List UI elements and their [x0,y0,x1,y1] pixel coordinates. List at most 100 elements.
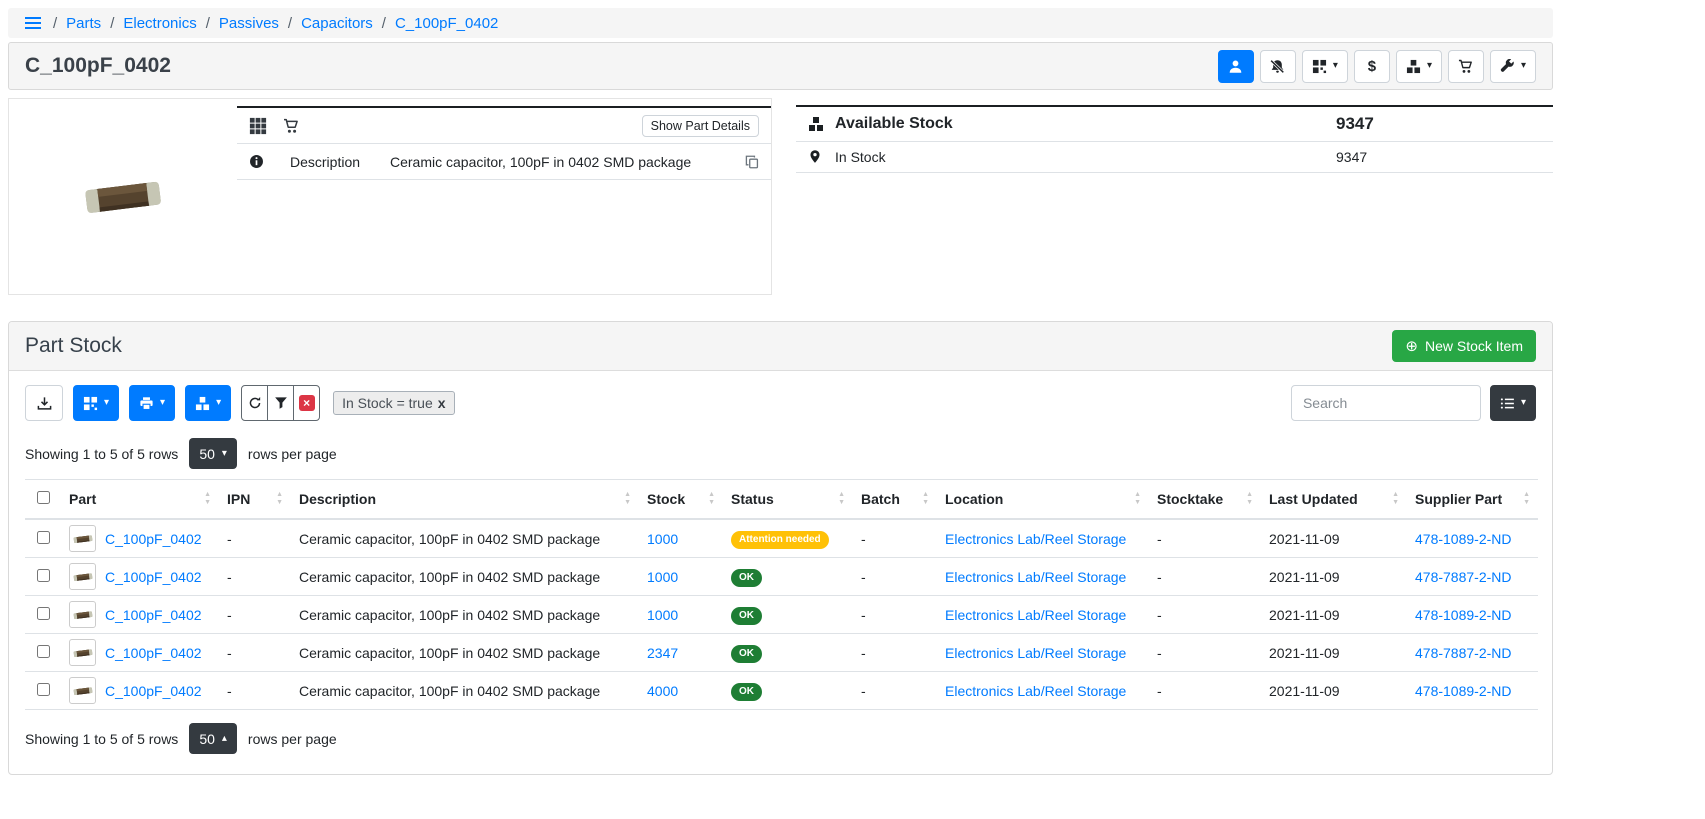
column-header-description[interactable]: Description▲▼ [291,480,639,520]
stocktake-cell: - [1149,558,1261,596]
breadcrumb-item-parts[interactable]: Parts [66,15,101,32]
stock-link[interactable]: 1000 [647,531,678,547]
breadcrumb-item-electronics[interactable]: Electronics [123,15,196,32]
table-header-row: Part▲▼ IPN▲▼ Description▲▼ Stock▲▼ Statu… [25,480,1538,520]
export-button[interactable] [25,385,63,421]
supplier-part-link[interactable]: 478-7887-2-ND [1415,569,1512,585]
clear-filter-icon: × [299,395,315,411]
description-label: Description [290,154,390,170]
caret-down-icon: ▾ [1427,61,1432,71]
refresh-button[interactable] [241,385,268,421]
filter-tag-label: In Stock = true [342,395,433,411]
table-row: C_100pF_0402 - Ceramic capacitor, 100pF … [25,672,1538,710]
part-image[interactable] [9,99,237,294]
grid-icon[interactable] [249,117,267,135]
page: / Parts / Electronics / Passives / Capac… [8,8,1553,775]
stock-options-dropdown[interactable]: ▾ [185,385,231,421]
caret-up-icon: ▴ [222,734,227,744]
row-checkbox[interactable] [37,607,50,620]
location-link[interactable]: Electronics Lab/Reel Storage [945,569,1126,585]
cart-icon[interactable] [283,118,299,134]
stock-link[interactable]: 1000 [647,607,678,623]
list-icon [1500,396,1515,411]
page-size-dropdown[interactable]: 50 ▴ [189,723,237,754]
boxes-icon [808,116,824,132]
filter-button-group: × [241,385,320,421]
column-header-supplier-part[interactable]: Supplier Part▲▼ [1407,480,1538,520]
supplier-part-link[interactable]: 478-1089-2-ND [1415,607,1512,623]
part-thumbnail[interactable] [69,601,96,628]
part-link[interactable]: C_100pF_0402 [105,645,202,661]
stock-link[interactable]: 1000 [647,569,678,585]
stocktake-cell: - [1149,596,1261,634]
breadcrumb-separator: / [206,15,210,32]
caret-down-icon: ▾ [1333,61,1338,71]
breadcrumb-item-capacitors[interactable]: Capacitors [301,15,373,32]
location-link[interactable]: Electronics Lab/Reel Storage [945,531,1126,547]
part-thumbnail[interactable] [69,639,96,666]
location-link[interactable]: Electronics Lab/Reel Storage [945,683,1126,699]
location-link[interactable]: Electronics Lab/Reel Storage [945,607,1126,623]
add-filter-button[interactable] [267,385,294,421]
copy-icon[interactable] [745,155,759,169]
page-size-dropdown[interactable]: 50 ▾ [189,438,237,469]
part-link[interactable]: C_100pF_0402 [105,569,202,585]
stock-link[interactable]: 4000 [647,683,678,699]
clear-filters-button[interactable]: × [293,385,320,421]
part-link[interactable]: C_100pF_0402 [105,531,202,547]
new-stock-item-button[interactable]: ⊕ New Stock Item [1392,330,1536,362]
sort-icon: ▲▼ [922,491,929,507]
pricing-button[interactable]: $ [1354,50,1390,83]
in-stock-value: 9347 [1336,149,1541,165]
table-view-dropdown[interactable]: ▾ [1490,385,1536,421]
supplier-part-link[interactable]: 478-1089-2-ND [1415,531,1512,547]
column-header-ipn[interactable]: IPN▲▼ [219,480,291,520]
caret-down-icon: ▾ [216,398,221,408]
row-checkbox[interactable] [37,569,50,582]
column-header-batch[interactable]: Batch▲▼ [853,480,937,520]
barcode-actions-dropdown[interactable]: ▾ [1302,50,1348,83]
row-checkbox[interactable] [37,645,50,658]
row-checkbox[interactable] [37,683,50,696]
part-link[interactable]: C_100pF_0402 [105,683,202,699]
ipn-cell: - [219,558,291,596]
column-header-stocktake[interactable]: Stocktake▲▼ [1149,480,1261,520]
description-value: Ceramic capacitor, 100pF in 0402 SMD pac… [390,154,745,170]
pagination-summary: Showing 1 to 5 of 5 rows [25,731,178,747]
search-input[interactable] [1291,385,1481,421]
show-part-details-button[interactable]: Show Part Details [642,115,759,137]
select-all-checkbox[interactable] [37,491,50,504]
filter-tag-close[interactable]: x [438,395,446,411]
part-details-card: Show Part Details Description Ceramic ca… [8,98,772,295]
supplier-part-link[interactable]: 478-7887-2-ND [1415,645,1512,661]
part-thumbnail[interactable] [69,677,96,704]
column-header-status[interactable]: Status▲▼ [723,480,853,520]
stock-actions-dropdown[interactable]: ▾ [1396,50,1442,83]
breadcrumb-item-passives[interactable]: Passives [219,15,279,32]
page-title: C_100pF_0402 [25,54,171,78]
subscribe-button[interactable] [1218,50,1254,83]
column-header-location[interactable]: Location▲▼ [937,480,1149,520]
supplier-part-link[interactable]: 478-1089-2-ND [1415,683,1512,699]
part-actions-dropdown[interactable]: ▾ [1490,50,1536,83]
map-marker-icon [808,149,824,165]
table-row: C_100pF_0402 - Ceramic capacitor, 100pF … [25,558,1538,596]
breadcrumb-item-current-part[interactable]: C_100pF_0402 [395,15,498,32]
part-thumbnail[interactable] [69,525,96,552]
notifications-off-button[interactable] [1260,50,1296,83]
filter-tag-in-stock[interactable]: In Stock = true x [333,391,454,415]
part-stock-heading: Part Stock ⊕ New Stock Item [9,322,1552,371]
column-header-last-updated[interactable]: Last Updated▲▼ [1261,480,1407,520]
column-header-part[interactable]: Part▲▼ [61,480,219,520]
batch-cell: - [853,672,937,710]
location-link[interactable]: Electronics Lab/Reel Storage [945,645,1126,661]
row-checkbox[interactable] [37,531,50,544]
part-link[interactable]: C_100pF_0402 [105,607,202,623]
purchase-button[interactable] [1448,50,1484,83]
part-thumbnail[interactable] [69,563,96,590]
print-actions-dropdown[interactable]: ▾ [129,385,175,421]
barcode-actions-dropdown[interactable]: ▾ [73,385,119,421]
stock-link[interactable]: 2347 [647,645,678,661]
column-header-stock[interactable]: Stock▲▼ [639,480,723,520]
menu-button[interactable] [22,14,44,32]
